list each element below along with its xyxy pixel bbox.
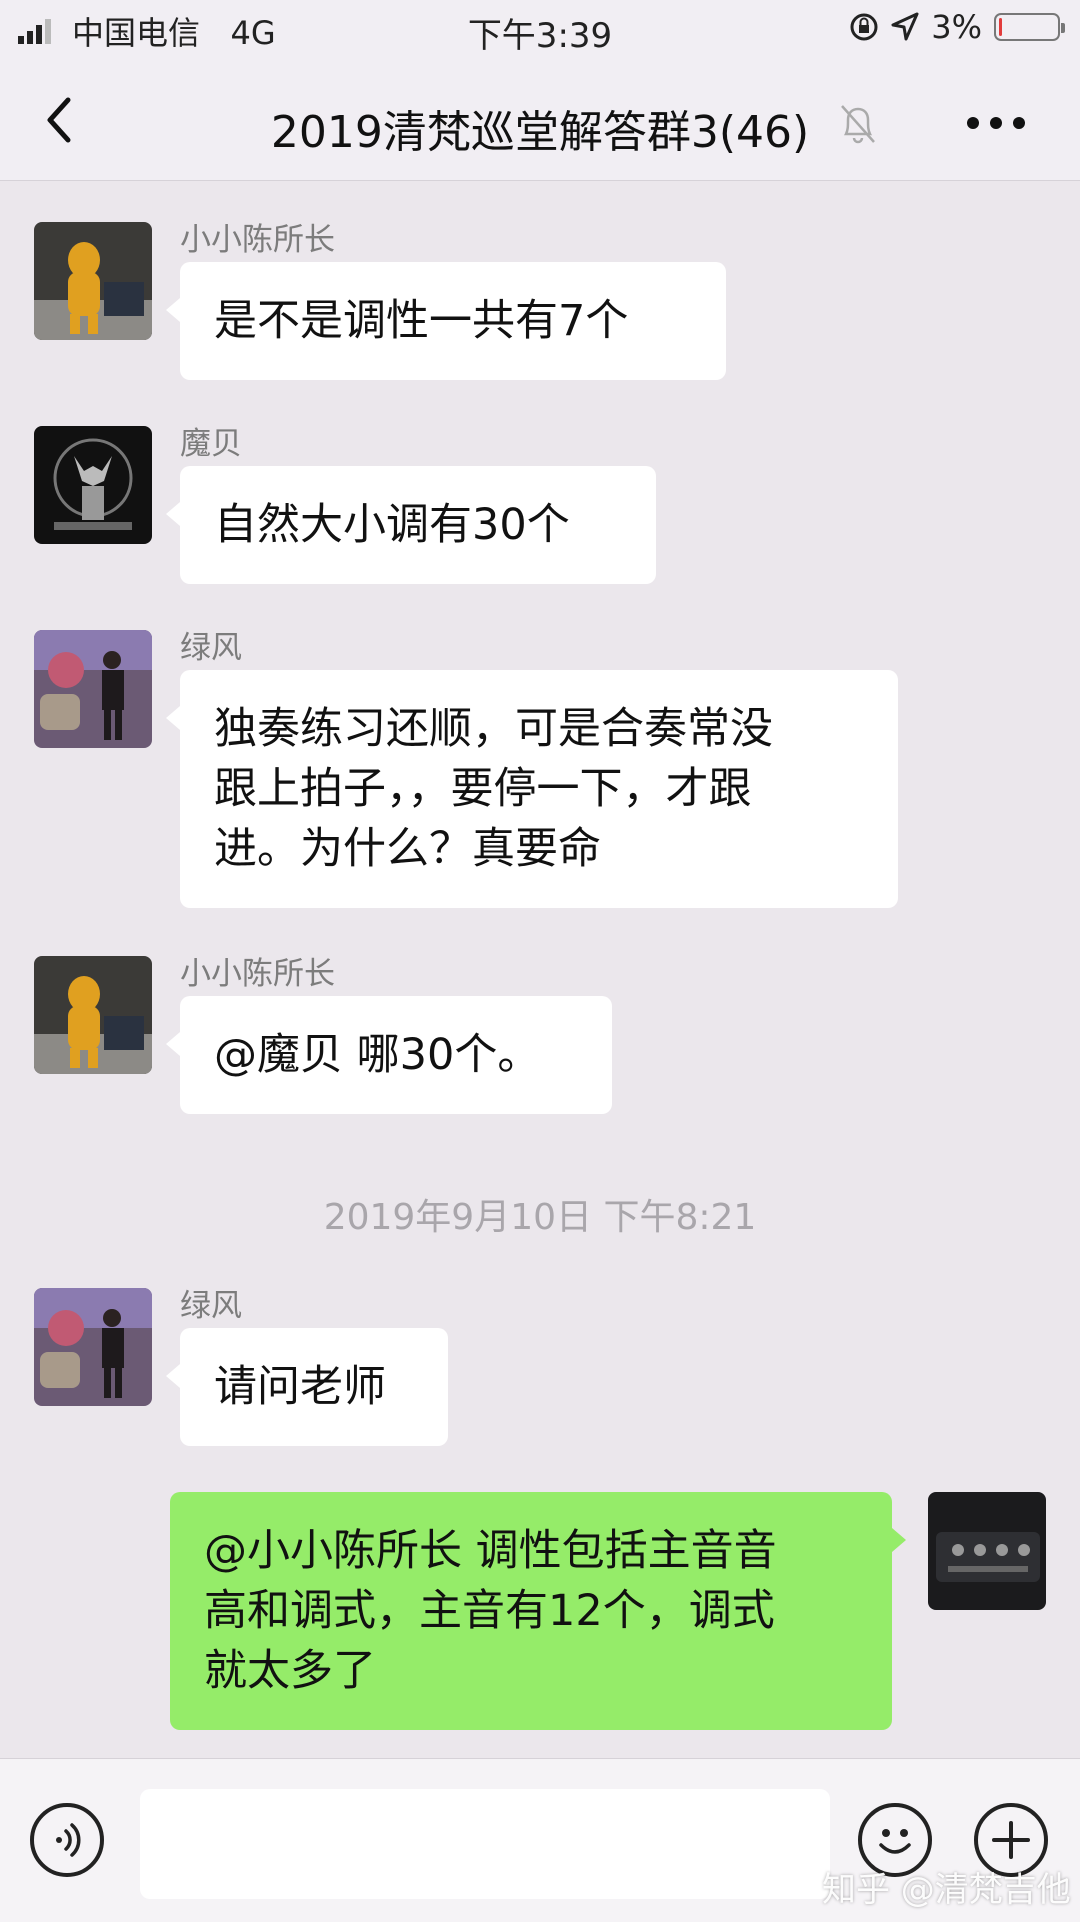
sender-name: 魔贝 <box>180 426 242 462</box>
avatar[interactable] <box>34 426 152 544</box>
message-bubble[interactable]: 是不是调性一共有7个 <box>166 262 726 380</box>
avatar[interactable] <box>34 630 152 748</box>
message-bubble[interactable]: 请问老师 <box>166 1328 448 1446</box>
sender-name: 小小陈所长 <box>180 222 335 258</box>
more-horizontal-icon[interactable] <box>966 116 1026 130</box>
message-text: @魔贝 哪30个。 <box>214 1030 541 1080</box>
message-text: 自然大小调有30个 <box>214 500 570 550</box>
avatar[interactable] <box>34 222 152 340</box>
message-input[interactable] <box>140 1789 830 1899</box>
message-bubble[interactable]: 自然大小调有30个 <box>166 466 656 584</box>
voice-icon[interactable] <box>30 1803 104 1877</box>
message-text: 独奏练习还顺，可是合奏常没 <box>214 704 773 754</box>
watermark: 知乎 @清梵吉他 <box>822 1870 1071 1910</box>
avatar[interactable] <box>34 1288 152 1406</box>
message-text: 请问老师 <box>214 1362 386 1412</box>
battery-percent: 3% <box>931 8 982 46</box>
message-text: @小小陈所长 调性包括主音音 <box>204 1526 777 1576</box>
chat-header: 2019清梵巡堂解答群3(46) <box>0 60 1080 181</box>
message-text: 就太多了 <box>204 1646 376 1696</box>
bell-off-icon <box>841 105 875 144</box>
sender-name: 绿风 <box>180 630 242 666</box>
sender-name: 小小陈所长 <box>180 956 335 992</box>
status-bar: 中国电信 4G 下午3:39 3% <box>0 0 1080 60</box>
avatar[interactable] <box>34 956 152 1074</box>
self-avatar[interactable] <box>928 1492 1046 1610</box>
battery-icon <box>994 13 1065 41</box>
rotation-lock-icon <box>850 13 878 41</box>
page-title: 2019清梵巡堂解答群3(46) <box>270 107 810 158</box>
sender-name: 绿风 <box>180 1288 242 1324</box>
timestamp: 2019年9月10日 下午8:21 <box>323 1197 757 1238</box>
message-text: 跟上拍子，，要停一下，才跟 <box>214 764 752 814</box>
message-bubble-self[interactable]: @小小陈所长 调性包括主音音 高和调式，主音有12个，调式 就太多了 <box>170 1492 906 1730</box>
message-text: 是不是调性一共有7个 <box>214 296 629 346</box>
location-icon <box>891 12 919 41</box>
message-text: 高和调式，主音有12个，调式 <box>204 1586 775 1636</box>
message-bubble[interactable]: @魔贝 哪30个。 <box>166 996 612 1114</box>
message-bubble[interactable]: 独奏练习还顺，可是合奏常没 跟上拍子，，要停一下，才跟 进。为什么？真要命 <box>166 670 898 908</box>
message-text: 进。为什么？真要命 <box>214 824 601 874</box>
